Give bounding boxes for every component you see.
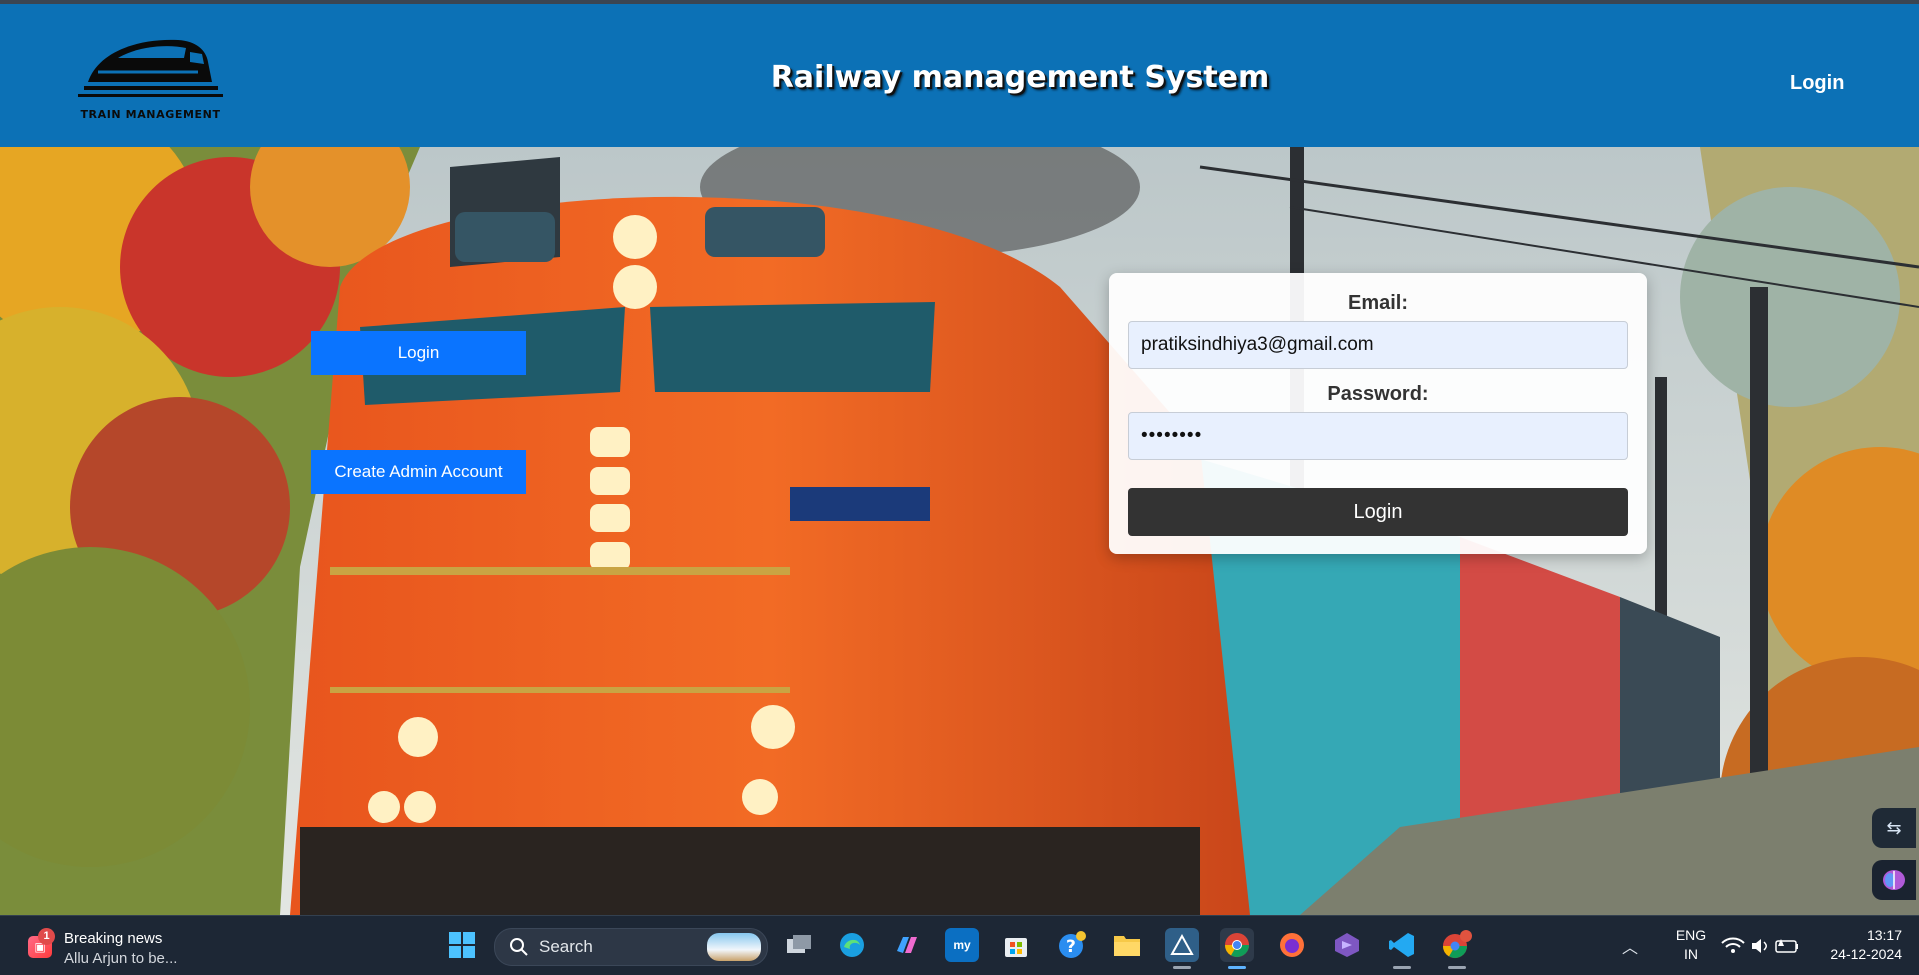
get-help-icon[interactable]: ? [1055,928,1089,962]
chrome-icon[interactable] [1220,928,1254,969]
file-explorer-icon[interactable] [1110,928,1144,962]
search-highlight-image [707,933,761,961]
header-login-link[interactable]: Login [1790,72,1844,95]
system-tray[interactable] [1718,934,1804,958]
page-title: Railway management System [770,60,1270,95]
myhp-icon[interactable]: my [945,928,979,962]
language-region: IN [1684,946,1698,962]
clock[interactable]: 13:17 24-12-2024 [1812,926,1902,964]
running-indicator [1393,966,1411,969]
login-form: Email: Password: Login [1109,273,1647,554]
chrome-profile-icon[interactable] [1440,928,1474,969]
side-login-button[interactable]: Login [311,331,526,375]
clock-date: 24-12-2024 [1830,946,1902,962]
svg-text:?: ? [1066,937,1076,957]
edge-icon[interactable] [835,928,869,962]
windows-taskbar: ▣ 1 Breaking news Allu Arjun to be... Se… [0,915,1919,975]
create-admin-account-button[interactable]: Create Admin Account [311,450,526,494]
active-indicator [1228,966,1246,969]
train-icon [78,39,223,97]
battery-icon [1775,939,1798,953]
train-logo[interactable]: TRAIN MANAGEMENT [78,32,223,126]
wifi-icon [1721,937,1745,953]
news-subtitle: Allu Arjun to be... [64,950,178,967]
search-placeholder: Search [539,937,593,956]
volume-icon [1752,939,1767,953]
chevron-up-icon[interactable]: ︿ [1622,934,1638,958]
windows-start-icon[interactable] [445,928,479,962]
news-widget[interactable]: ▣ 1 Breaking news Allu Arjun to be... [24,926,194,967]
ai-assistant-icon[interactable] [1872,860,1916,900]
firefox-icon[interactable] [1275,928,1309,962]
clock-time: 13:17 [1866,927,1902,943]
password-label: Password: [1327,383,1429,405]
running-indicator [1448,966,1466,969]
translate-widget-icon[interactable]: ⇆ [1872,808,1916,848]
email-field[interactable] [1128,321,1628,369]
email-label: Email: [1347,292,1409,314]
site-header: TRAIN MANAGEMENT Railway management Syst… [0,4,1919,147]
logo-text: TRAIN MANAGEMENT [80,108,221,121]
news-title: Breaking news [64,930,163,947]
news-badge: 1 [38,928,55,945]
microsoft-store-icon[interactable] [999,928,1033,962]
vscode-icon[interactable] [1385,928,1419,969]
password-field[interactable] [1128,412,1628,460]
search-icon [510,938,528,956]
login-submit-button[interactable]: Login [1128,488,1628,536]
vpn-app-icon[interactable] [1165,928,1199,969]
language-indicator[interactable]: ENG IN [1666,926,1716,964]
taskbar-search[interactable]: Search [494,928,768,966]
visual-studio-icon[interactable] [1330,928,1364,962]
running-indicator [1173,966,1191,969]
copilot-icon[interactable] [890,928,924,962]
language-code: ENG [1675,927,1707,943]
task-view-icon[interactable] [782,928,816,962]
